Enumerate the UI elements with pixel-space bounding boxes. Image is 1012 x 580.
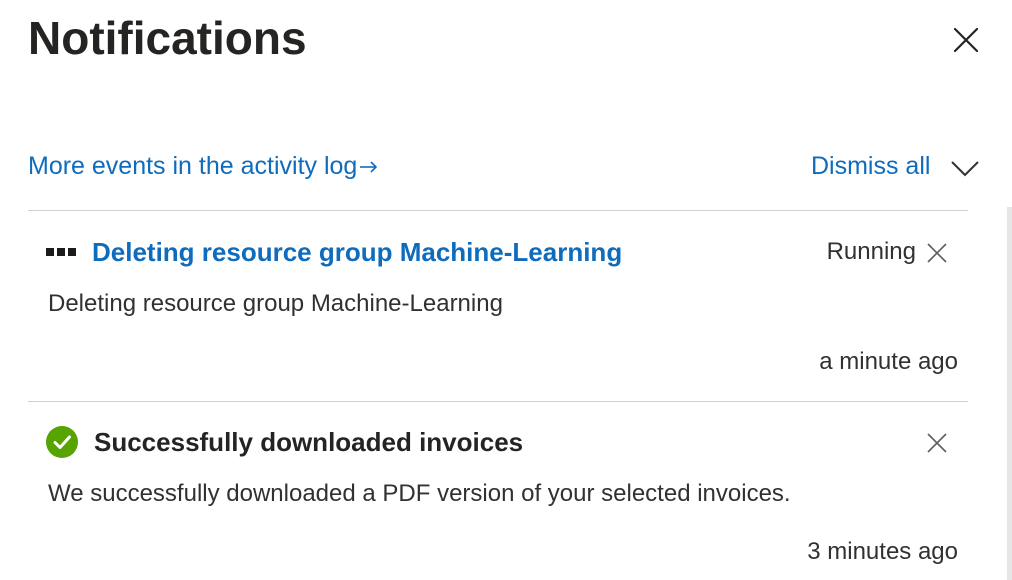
notifications-toolbar: More events in the activity log Dismiss … [28,148,982,188]
chevron-down-icon [951,161,979,177]
notification-timestamp: a minute ago [819,348,958,375]
notification-body: We successfully downloaded a PDF version… [48,480,791,507]
notification-item: Successfully downloaded invoices We succ… [28,422,968,580]
dismiss-notification-button[interactable] [924,240,950,266]
notification-item: Deleting resource group Machine-Learning… [28,232,968,392]
collapse-button[interactable] [948,154,982,184]
close-button[interactable] [948,22,984,58]
close-icon [927,433,947,453]
notification-title-row: Successfully downloaded invoices [46,422,523,462]
close-icon [953,27,979,53]
notifications-panel: Notifications More events in the activit… [0,0,1012,580]
arrow-right-icon [359,153,379,182]
divider [28,401,968,402]
notification-title: Successfully downloaded invoices [94,426,524,457]
activity-log-link-label: More events in the activity log [28,152,358,180]
notification-timestamp: 3 minutes ago [807,538,958,565]
dismiss-all-button[interactable]: Dismiss all [811,152,930,181]
page-title: Notifications [28,12,307,64]
progress-dots-icon [46,248,76,256]
activity-log-link[interactable]: More events in the activity log [28,152,379,182]
success-check-icon [46,426,78,458]
notification-title-row: Deleting resource group Machine-Learning [46,232,622,272]
close-icon [927,243,947,263]
scrollbar[interactable] [1007,207,1012,580]
notification-title-link[interactable]: Deleting resource group Machine-Learning [92,237,622,268]
dismiss-notification-button[interactable] [924,430,950,456]
notification-body: Deleting resource group Machine-Learning [48,290,503,317]
notification-status: Running [826,238,916,265]
divider [28,210,968,211]
